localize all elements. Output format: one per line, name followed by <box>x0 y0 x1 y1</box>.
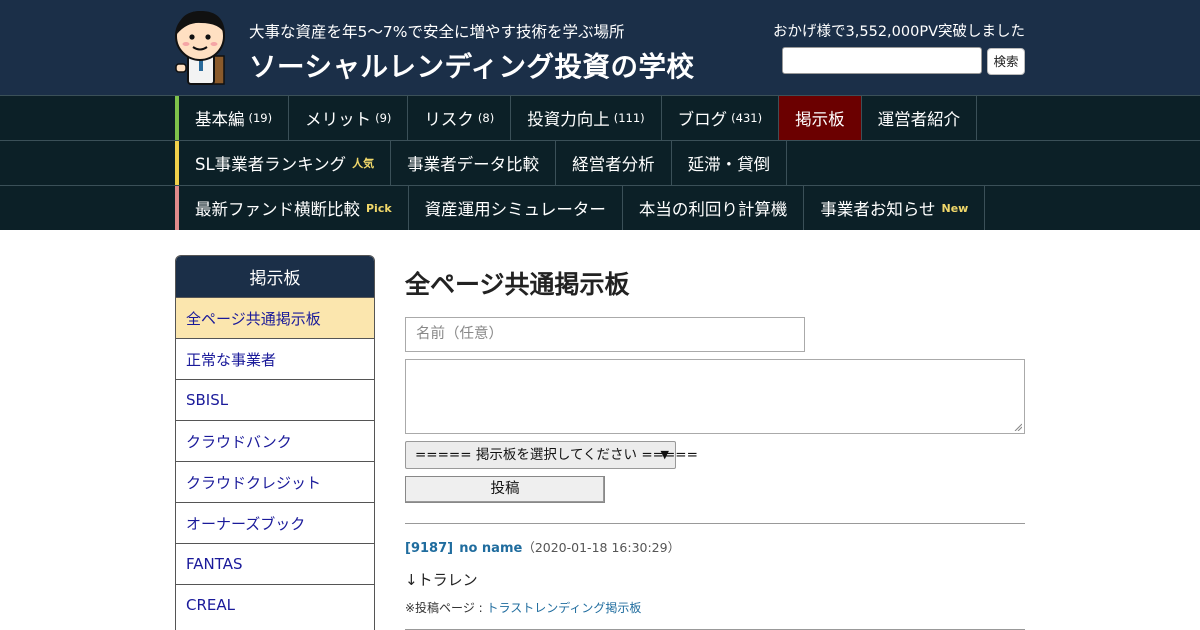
nav-item-count: (8) <box>477 111 495 125</box>
nav-row-1: 基本編 (19) メリット (9) リスク (8) 投資力向上 (111) ブログ (43… <box>0 95 1200 140</box>
nav-item-label: 事業者お知らせ <box>820 200 936 219</box>
sidebar-item-crowdcredit[interactable]: クラウドクレジット <box>176 461 374 502</box>
nav-item-label: 運営者紹介 <box>877 110 961 129</box>
nav-item-label: 掲示板 <box>795 110 845 129</box>
sidebar-title: 掲示板 <box>176 256 374 297</box>
resize-grip-icon[interactable] <box>1014 423 1022 431</box>
dropdown-arrow-icon: ▼ <box>660 448 669 461</box>
nav-item-fund-comparison[interactable]: 最新ファンド横断比較 Pick <box>179 186 409 230</box>
nav-item-operator-news[interactable]: 事業者お知らせ New <box>804 186 986 230</box>
post-body: ↓トラレン <box>405 571 478 589</box>
nav-item-label: リスク <box>424 110 474 129</box>
message-textarea[interactable] <box>405 359 1025 434</box>
sidebar-item-healthy-operators[interactable]: 正常な事業者 <box>176 338 374 379</box>
nav-item-label: 延滞・貸倒 <box>687 155 771 174</box>
nav-item-count: (111) <box>613 111 645 125</box>
nav-item-label: メリット <box>305 110 372 129</box>
post-author: no name <box>459 541 523 556</box>
global-nav: 基本編 (19) メリット (9) リスク (8) 投資力向上 (111) ブログ (43… <box>0 95 1200 230</box>
sidebar-item-ownersbook[interactable]: オーナーズブック <box>176 502 374 543</box>
nav-item-merits[interactable]: メリット (9) <box>289 96 409 140</box>
submit-post-button[interactable]: 投稿 <box>405 476 605 503</box>
nav-row-3: 最新ファンド横断比較 Pick 資産運用シミュレーター 本当の利回り計算機 事業者… <box>0 185 1200 230</box>
search-input[interactable] <box>782 47 982 74</box>
post-header: [9187] no name（2020-01-18 16:30:29） <box>405 537 680 556</box>
sidebar-item-fantas[interactable]: FANTAS <box>176 543 374 584</box>
nav-item-label: 本当の利回り計算機 <box>638 200 788 219</box>
nav-row-2: SL事業者ランキング 人気 事業者データ比較 経営者分析 延滞・貸倒 <box>0 140 1200 185</box>
search-button[interactable]: 検索 <box>987 48 1025 75</box>
mascot-icon[interactable] <box>172 6 234 88</box>
board-select-value: ===== 掲示板を選択してください ===== <box>415 447 698 463</box>
nav-item-risks[interactable]: リスク (8) <box>408 96 512 140</box>
board-sidebar: 掲示板 全ページ共通掲示板 正常な事業者 SBISL クラウドバンク クラウドク… <box>175 255 375 630</box>
nav-item-label: 資産運用シミュレーター <box>424 200 606 219</box>
sidebar-list: 全ページ共通掲示板 正常な事業者 SBISL クラウドバンク クラウドクレジット… <box>176 297 374 625</box>
pv-notice: おかげ様で3,552,000PV突破しました <box>773 24 1025 40</box>
nav-item-label: 事業者データ比較 <box>407 155 540 174</box>
nav-item-simulator[interactable]: 資産運用シミュレーター <box>409 186 623 230</box>
post-divider <box>405 523 1025 524</box>
nav-item-basics[interactable]: 基本編 (19) <box>179 96 290 140</box>
nav-item-blog[interactable]: ブログ (431) <box>662 96 780 140</box>
nav-item-defaults[interactable]: 延滞・貸倒 <box>672 141 788 185</box>
nav-item-label: ブログ <box>677 110 728 129</box>
nav-item-data-comparison[interactable]: 事業者データ比較 <box>391 141 557 185</box>
nav-item-bulletin-board[interactable]: 掲示板 <box>779 96 862 140</box>
post-source-link[interactable]: トラストレンディング掲示板 <box>487 601 642 615</box>
name-field[interactable]: 名前（任意） <box>405 317 805 352</box>
nav-item-label: SL事業者ランキング <box>195 155 347 174</box>
nav-item-count: (9) <box>375 111 392 125</box>
nav-item-badge: Pick <box>366 201 392 215</box>
sidebar-item-creal[interactable]: CREAL <box>176 584 374 625</box>
nav-item-label: 基本編 <box>195 110 245 129</box>
post-source-prefix: ※投稿ページ : <box>405 601 487 615</box>
nav-item-about-operator[interactable]: 運営者紹介 <box>862 96 978 140</box>
nav-item-label: 経営者分析 <box>572 155 655 174</box>
nav-item-label: 最新ファンド横断比較 <box>195 200 360 219</box>
nav-item-count: (431) <box>731 111 763 125</box>
nav-item-ranking[interactable]: SL事業者ランキング 人気 <box>179 141 392 185</box>
sidebar-item-crowdbank[interactable]: クラウドバンク <box>176 420 374 461</box>
site-header: 大事な資産を年5～7%で安全に増やす技術を学ぶ場所 ソーシャルレンディング投資の… <box>0 0 1200 95</box>
post-source: ※投稿ページ : トラストレンディング掲示板 <box>405 599 641 616</box>
sidebar-item-all-pages-board[interactable]: 全ページ共通掲示板 <box>176 297 374 338</box>
board-select[interactable]: ===== 掲示板を選択してください ===== ▼ <box>405 441 698 469</box>
nav-item-count: (19) <box>248 111 273 125</box>
nav-item-investment-skill[interactable]: 投資力向上 (111) <box>511 96 662 140</box>
nav-item-badge: 人気 <box>352 157 375 170</box>
nav-item-label: 投資力向上 <box>527 110 610 129</box>
sidebar-item-sbisl[interactable]: SBISL <box>176 379 374 420</box>
nav-item-yield-calculator[interactable]: 本当の利回り計算機 <box>623 186 805 230</box>
page-title: 全ページ共通掲示板 <box>405 270 630 299</box>
post-date: （2020-01-18 16:30:29） <box>522 540 681 555</box>
nav-item-executive-analysis[interactable]: 経営者分析 <box>556 141 672 185</box>
post-id[interactable]: [9187] <box>405 541 453 556</box>
site-title[interactable]: ソーシャルレンディング投資の学校 <box>249 44 695 84</box>
nav-item-badge: New <box>941 201 969 215</box>
site-tagline: 大事な資産を年5～7%で安全に増やす技術を学ぶ場所 <box>249 23 625 41</box>
